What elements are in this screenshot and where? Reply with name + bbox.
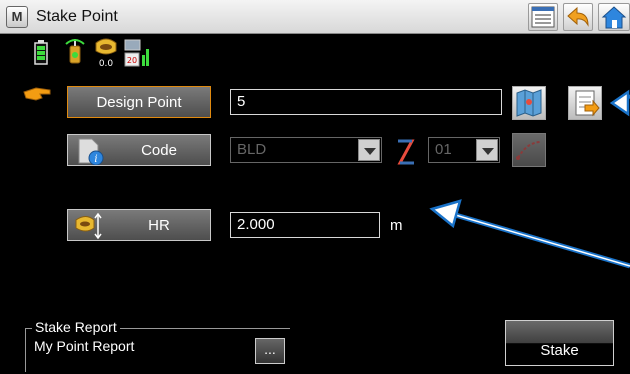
code-dropdown-arrow[interactable]: [358, 139, 380, 161]
design-point-input[interactable]: 5: [230, 89, 502, 115]
point-list-icon: [575, 90, 600, 117]
point-list-button[interactable]: [568, 86, 602, 120]
stake-report-legend: Stake Report: [32, 319, 120, 335]
curve-button[interactable]: [512, 133, 546, 167]
receiver-icon: 0.0: [95, 38, 117, 69]
list-icon: [531, 6, 555, 28]
line-code-dropdown-arrow[interactable]: [476, 139, 498, 161]
design-point-button[interactable]: Design Point: [67, 86, 211, 118]
map-icon: [516, 89, 542, 117]
annotation-arrow-list-button: [609, 89, 630, 117]
satellites-icon: 20: [124, 39, 149, 67]
hr-input[interactable]: 2.000: [230, 212, 380, 238]
code-label: Code: [141, 142, 177, 159]
linework-icon: [397, 139, 415, 165]
svg-text:0.0: 0.0: [99, 59, 114, 69]
list-button[interactable]: [528, 3, 558, 31]
app-menu-icon[interactable]: M: [6, 6, 28, 28]
design-point-label: Design Point: [96, 94, 182, 111]
code-button[interactable]: i Code: [67, 134, 211, 166]
stake-button[interactable]: Stake: [505, 320, 614, 366]
curve-icon: [516, 141, 542, 160]
svg-text:20: 20: [127, 56, 137, 65]
map-select-button[interactable]: [512, 86, 546, 120]
back-button[interactable]: [563, 3, 593, 31]
pointer-hand-icon: [23, 87, 51, 101]
annotation-arrow-hr-field: [429, 199, 630, 269]
hr-label: HR: [148, 217, 170, 234]
stake-report-browse-button[interactable]: ...: [255, 338, 285, 364]
stake-report-group: Stake Report My Point Report ...: [25, 319, 290, 372]
title-bar: M Stake Point: [0, 0, 630, 34]
home-icon: [601, 6, 627, 29]
hr-button[interactable]: HR: [67, 209, 211, 241]
hr-unit: m: [390, 217, 403, 234]
stake-button-label: Stake: [540, 342, 579, 359]
radio-icon: [65, 39, 85, 64]
window-title: Stake Point: [36, 8, 118, 25]
home-button[interactable]: [598, 3, 630, 31]
battery-icon: [34, 40, 48, 65]
stake-report-value: My Point Report: [34, 338, 135, 354]
back-arrow-icon: [567, 6, 589, 27]
